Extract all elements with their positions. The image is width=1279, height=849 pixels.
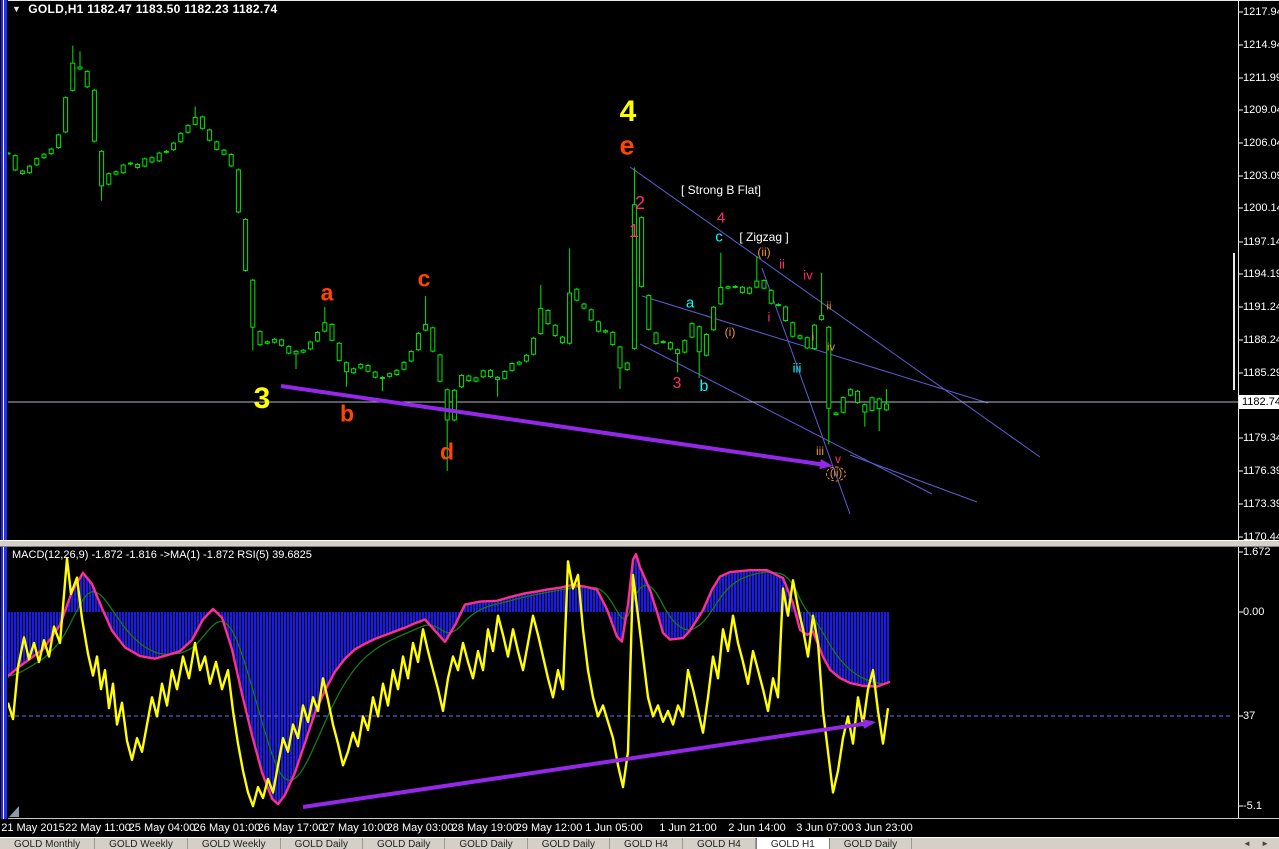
time-tick: 25 May 04:00 bbox=[128, 822, 196, 834]
wave-label[interactable]: iii bbox=[816, 445, 824, 457]
chart-dropdown-marker[interactable]: ▼ bbox=[12, 4, 21, 14]
time-tick: 21 May 2015 bbox=[1, 822, 65, 834]
price-tick: 1173.39 bbox=[1243, 498, 1279, 510]
panel-divider[interactable] bbox=[0, 540, 1279, 547]
wave-label[interactable]: (i) bbox=[725, 326, 736, 338]
time-tick: 27 May 10:00 bbox=[322, 822, 390, 834]
wave-label[interactable]: ii bbox=[779, 258, 785, 271]
price-tick: 1197.14 bbox=[1243, 236, 1279, 248]
price-tick: 1209.04 bbox=[1243, 104, 1279, 116]
time-tick: 2 Jun 14:00 bbox=[728, 822, 786, 834]
wave-label[interactable]: a bbox=[321, 281, 334, 305]
wave-label[interactable]: i bbox=[768, 311, 771, 324]
wave-label[interactable]: 4 bbox=[717, 211, 725, 226]
time-tick: 3 Jun 07:00 bbox=[796, 822, 854, 834]
wave-label[interactable]: iii bbox=[793, 362, 802, 375]
price-tick: 1217.94 bbox=[1243, 6, 1279, 18]
wave-label[interactable]: b bbox=[340, 402, 354, 426]
chart-tab-gold-daily[interactable]: GOLD Daily bbox=[445, 838, 528, 849]
wave-label[interactable]: (ii) bbox=[757, 246, 770, 258]
wave-label[interactable]: c bbox=[418, 267, 431, 291]
chart-tab-gold-daily[interactable]: GOLD Daily bbox=[281, 838, 363, 849]
mt4-chart-window: ▼ GOLD,H1 1182.47 1183.50 1182.23 1182.7… bbox=[0, 0, 1279, 849]
wave-label[interactable]: e bbox=[619, 132, 634, 160]
chart-tab-gold-weekly[interactable]: GOLD Weekly bbox=[188, 838, 281, 849]
time-tick: 1 Jun 05:00 bbox=[585, 822, 643, 834]
chart-title-text: GOLD,H1 1182.47 1183.50 1182.23 1182.74 bbox=[28, 2, 278, 16]
price-tick: 1203.09 bbox=[1243, 170, 1279, 182]
chart-tab-bar: GOLD Monthly GOLD Weekly GOLD Weekly GOLD D… bbox=[0, 837, 1279, 849]
time-tick: 26 May 17:00 bbox=[257, 822, 325, 834]
price-tick: 1176.39 bbox=[1243, 465, 1279, 477]
wave-label[interactable]: iv bbox=[827, 342, 835, 354]
time-tick: 3 Jun 23:00 bbox=[855, 822, 913, 834]
indicator-header: MACD(12,26,9) -1.872 -1.816 ->MA(1) -1.8… bbox=[12, 549, 312, 561]
indicator-tick: 1.672 bbox=[1243, 546, 1271, 558]
wave-label[interactable]: 3 bbox=[254, 384, 271, 414]
wave-label[interactable]: [ Strong B Flat] bbox=[681, 184, 761, 196]
time-tick: 26 May 01:00 bbox=[193, 822, 261, 834]
wave-label[interactable]: d bbox=[440, 440, 454, 464]
price-tick: 1188.24 bbox=[1243, 334, 1279, 346]
price-tick: 1200.14 bbox=[1243, 202, 1279, 214]
wave-label[interactable]: 4 bbox=[620, 97, 637, 127]
indicator-tick: -5.1 bbox=[1243, 800, 1262, 812]
price-tick: 1194.19 bbox=[1243, 268, 1279, 280]
chart-tab-gold-daily[interactable]: GOLD Daily bbox=[363, 838, 446, 849]
chart-tab-gold-weekly[interactable]: GOLD Weekly bbox=[95, 838, 188, 849]
price-tick: 1214.94 bbox=[1243, 39, 1279, 51]
wave-label[interactable]: c bbox=[715, 230, 723, 245]
wave-label[interactable]: 3 bbox=[673, 376, 682, 392]
chart-tab-gold-h1[interactable]: GOLD H1 bbox=[755, 838, 830, 849]
tab-scroll-arrows[interactable]: ◄ ► bbox=[1243, 839, 1273, 848]
chart-tab-gold-daily[interactable]: GOLD Daily bbox=[528, 838, 611, 849]
window-left-edge bbox=[0, 0, 8, 849]
wave-label[interactable]: iv bbox=[803, 269, 812, 282]
time-tick: 22 May 11:00 bbox=[65, 822, 131, 834]
chart-tab-gold-daily[interactable]: GOLD Daily bbox=[830, 838, 913, 849]
time-tick: 28 May 19:00 bbox=[451, 822, 519, 834]
chart-title-bar: ▼ GOLD,H1 1182.47 1183.50 1182.23 1182.7… bbox=[12, 2, 277, 16]
price-tick: 1179.34 bbox=[1243, 432, 1279, 444]
chart-tab-gold-h4[interactable]: GOLD H4 bbox=[610, 838, 683, 849]
chart-tab-gold-monthly[interactable]: GOLD Monthly bbox=[0, 838, 96, 849]
indicator-tick: 0.00 bbox=[1243, 606, 1265, 618]
wave-label[interactable]: v bbox=[835, 453, 841, 465]
wave-label[interactable]: 2 bbox=[635, 194, 645, 212]
price-axis[interactable]: 1217.94 1214.94 1211.99 1209.04 1206.04 1203.… bbox=[1239, 0, 1279, 818]
indicator-tick: 37 bbox=[1243, 710, 1256, 722]
price-tick: 1206.04 bbox=[1243, 137, 1279, 149]
wave-label[interactable]: [ Zigzag ] bbox=[739, 231, 788, 243]
time-tick: 29 May 12:00 bbox=[515, 822, 583, 834]
chart-graphics[interactable] bbox=[0, 0, 1279, 849]
chart-tab-gold-h4[interactable]: GOLD H4 bbox=[683, 838, 756, 849]
current-price-badge: 1182.74 bbox=[1239, 395, 1279, 409]
time-axis[interactable]: 21 May 2015 22 May 11:00 25 May 04:00 26 Ma… bbox=[0, 819, 1279, 837]
wave-label[interactable]: b bbox=[700, 379, 709, 395]
wave-label[interactable]: a bbox=[686, 296, 694, 311]
wave-label[interactable]: i bbox=[812, 332, 814, 344]
time-tick: 1 Jun 21:00 bbox=[659, 822, 717, 834]
wave-label[interactable]: ii bbox=[827, 301, 832, 313]
price-tick: 1191.24 bbox=[1243, 301, 1279, 313]
time-tick: 28 May 03:00 bbox=[386, 822, 454, 834]
price-tick: 1211.99 bbox=[1243, 72, 1279, 84]
wave-label[interactable]: 1 bbox=[629, 222, 639, 240]
window-top-border bbox=[0, 0, 1279, 1]
price-tick: 1185.29 bbox=[1243, 367, 1279, 379]
wave-label[interactable]: (ii) bbox=[825, 466, 847, 482]
